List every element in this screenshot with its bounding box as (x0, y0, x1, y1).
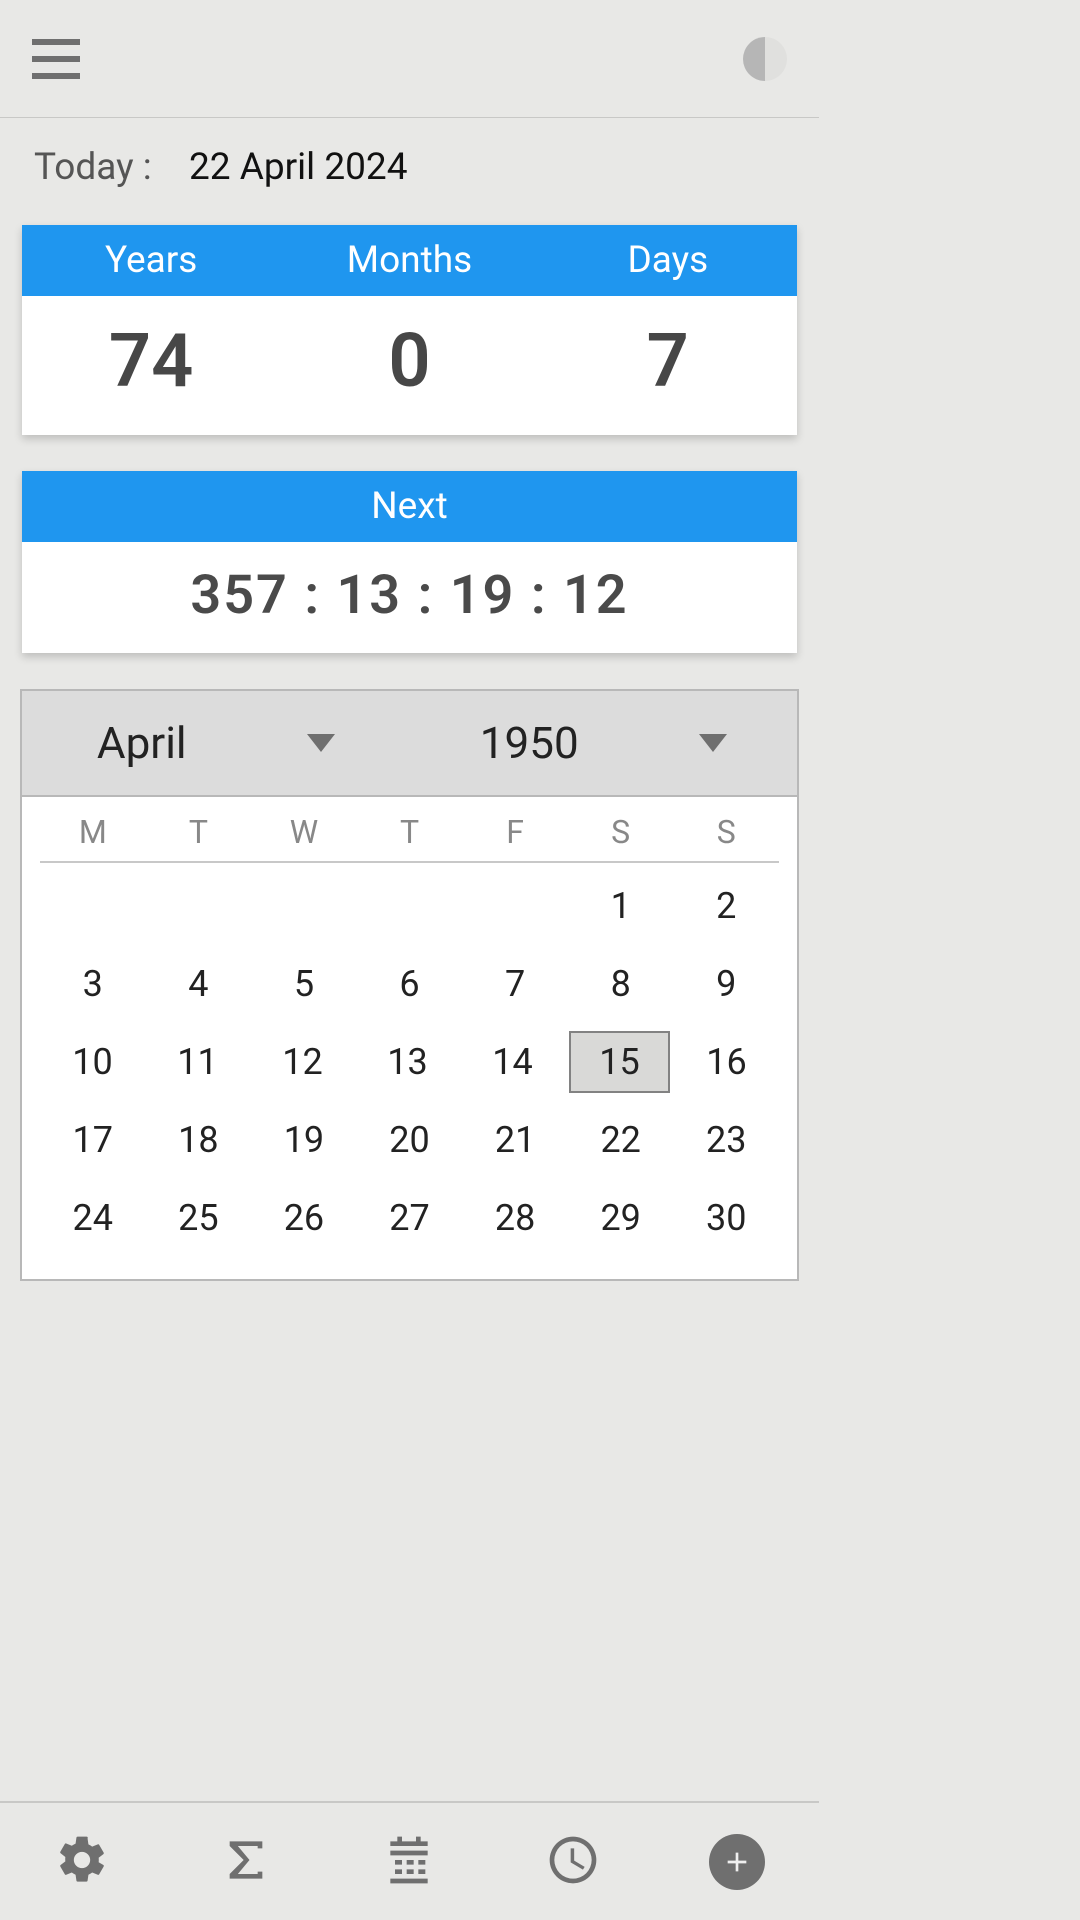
age-card: Years Months Days 74 0 7 (22, 225, 797, 435)
day-cell[interactable]: 19 (255, 1109, 353, 1171)
calendar-button[interactable] (381, 1832, 437, 1892)
day-cell[interactable]: 24 (44, 1187, 142, 1249)
days-header: Days (539, 239, 797, 282)
day-cell[interactable]: 2 (677, 875, 775, 937)
year-select-value: 1950 (480, 717, 579, 769)
years-header: Years (22, 239, 280, 282)
day-cell[interactable]: 17 (44, 1109, 142, 1171)
dow-header: W (251, 813, 357, 851)
age-card-body: 74 0 7 (22, 296, 797, 435)
day-cell[interactable]: 18 (150, 1109, 248, 1171)
week-row: 10111213141516 (40, 1027, 779, 1097)
next-card: Next 357 : 13 : 19 : 12 (22, 471, 797, 653)
day-cell[interactable]: 20 (361, 1109, 459, 1171)
day-cell[interactable]: 22 (572, 1109, 670, 1171)
calendar: April 1950 MTWTFSS -----1234567891011121… (20, 689, 799, 1281)
day-cell[interactable]: 6 (361, 953, 459, 1015)
day-cell[interactable]: 15 (569, 1031, 670, 1093)
day-cell[interactable]: 11 (149, 1031, 246, 1093)
dow-header: T (146, 813, 252, 851)
month-select[interactable]: April (22, 691, 410, 795)
bottombar (0, 1801, 819, 1920)
next-card-header: Next (22, 471, 797, 542)
today-line: Today : 22 April 2024 (0, 118, 819, 207)
day-cell[interactable]: 13 (359, 1031, 456, 1093)
settings-button[interactable] (54, 1832, 110, 1892)
chevron-down-icon (307, 734, 335, 752)
day-cell[interactable]: 4 (150, 953, 248, 1015)
clock-button[interactable] (545, 1832, 601, 1892)
days-value: 7 (539, 296, 797, 435)
menu-icon[interactable] (32, 39, 80, 79)
clock-icon (545, 1832, 601, 1888)
week-row: 17181920212223 (40, 1105, 779, 1175)
age-card-header: Years Months Days (22, 225, 797, 296)
day-cell[interactable]: 23 (677, 1109, 775, 1171)
sum-button[interactable] (218, 1832, 274, 1892)
day-cell[interactable]: 3 (44, 953, 142, 1015)
years-value: 74 (22, 296, 280, 435)
plus-icon (721, 1846, 753, 1878)
week-row: 24252627282930 (40, 1183, 779, 1253)
dow-header: S (673, 813, 779, 851)
dow-row: MTWTFSS (40, 813, 779, 863)
calendar-icon (381, 1832, 437, 1888)
day-cell[interactable]: 28 (466, 1187, 564, 1249)
add-button[interactable] (709, 1834, 765, 1890)
day-cell[interactable]: 21 (466, 1109, 564, 1171)
day-cell: - (361, 875, 459, 937)
week-row: 3456789 (40, 949, 779, 1019)
chevron-down-icon (699, 734, 727, 752)
today-label: Today : (34, 146, 152, 189)
day-cell: - (44, 875, 142, 937)
day-cell: - (255, 875, 353, 937)
day-cell[interactable]: 8 (572, 953, 670, 1015)
day-cell[interactable]: 16 (678, 1031, 775, 1093)
year-select[interactable]: 1950 (410, 691, 798, 795)
months-header: Months (280, 239, 538, 282)
today-date: 22 April 2024 (189, 146, 408, 189)
dow-header: M (40, 813, 146, 851)
day-cell[interactable]: 12 (254, 1031, 351, 1093)
day-cell: - (150, 875, 248, 937)
day-cell[interactable]: 10 (44, 1031, 141, 1093)
dow-header: T (357, 813, 463, 851)
day-cell[interactable]: 25 (150, 1187, 248, 1249)
dow-header: S (568, 813, 674, 851)
day-cell[interactable]: 30 (677, 1187, 775, 1249)
countdown-value: 357 : 13 : 19 : 12 (22, 542, 797, 653)
months-value: 0 (280, 296, 538, 435)
day-cell[interactable]: 5 (255, 953, 353, 1015)
dow-header: F (462, 813, 568, 851)
topbar (0, 0, 819, 118)
day-cell[interactable]: 9 (677, 953, 775, 1015)
gear-icon (54, 1832, 110, 1888)
day-cell[interactable]: 14 (464, 1031, 561, 1093)
week-row: -----12 (40, 871, 779, 941)
theme-toggle-icon[interactable] (743, 37, 787, 81)
day-cell[interactable]: 27 (361, 1187, 459, 1249)
day-cell[interactable]: 29 (572, 1187, 670, 1249)
sigma-icon (218, 1832, 274, 1888)
day-cell[interactable]: 1 (572, 875, 670, 937)
day-cell[interactable]: 7 (466, 953, 564, 1015)
day-cell: - (466, 875, 564, 937)
month-select-value: April (97, 717, 187, 769)
day-cell[interactable]: 26 (255, 1187, 353, 1249)
